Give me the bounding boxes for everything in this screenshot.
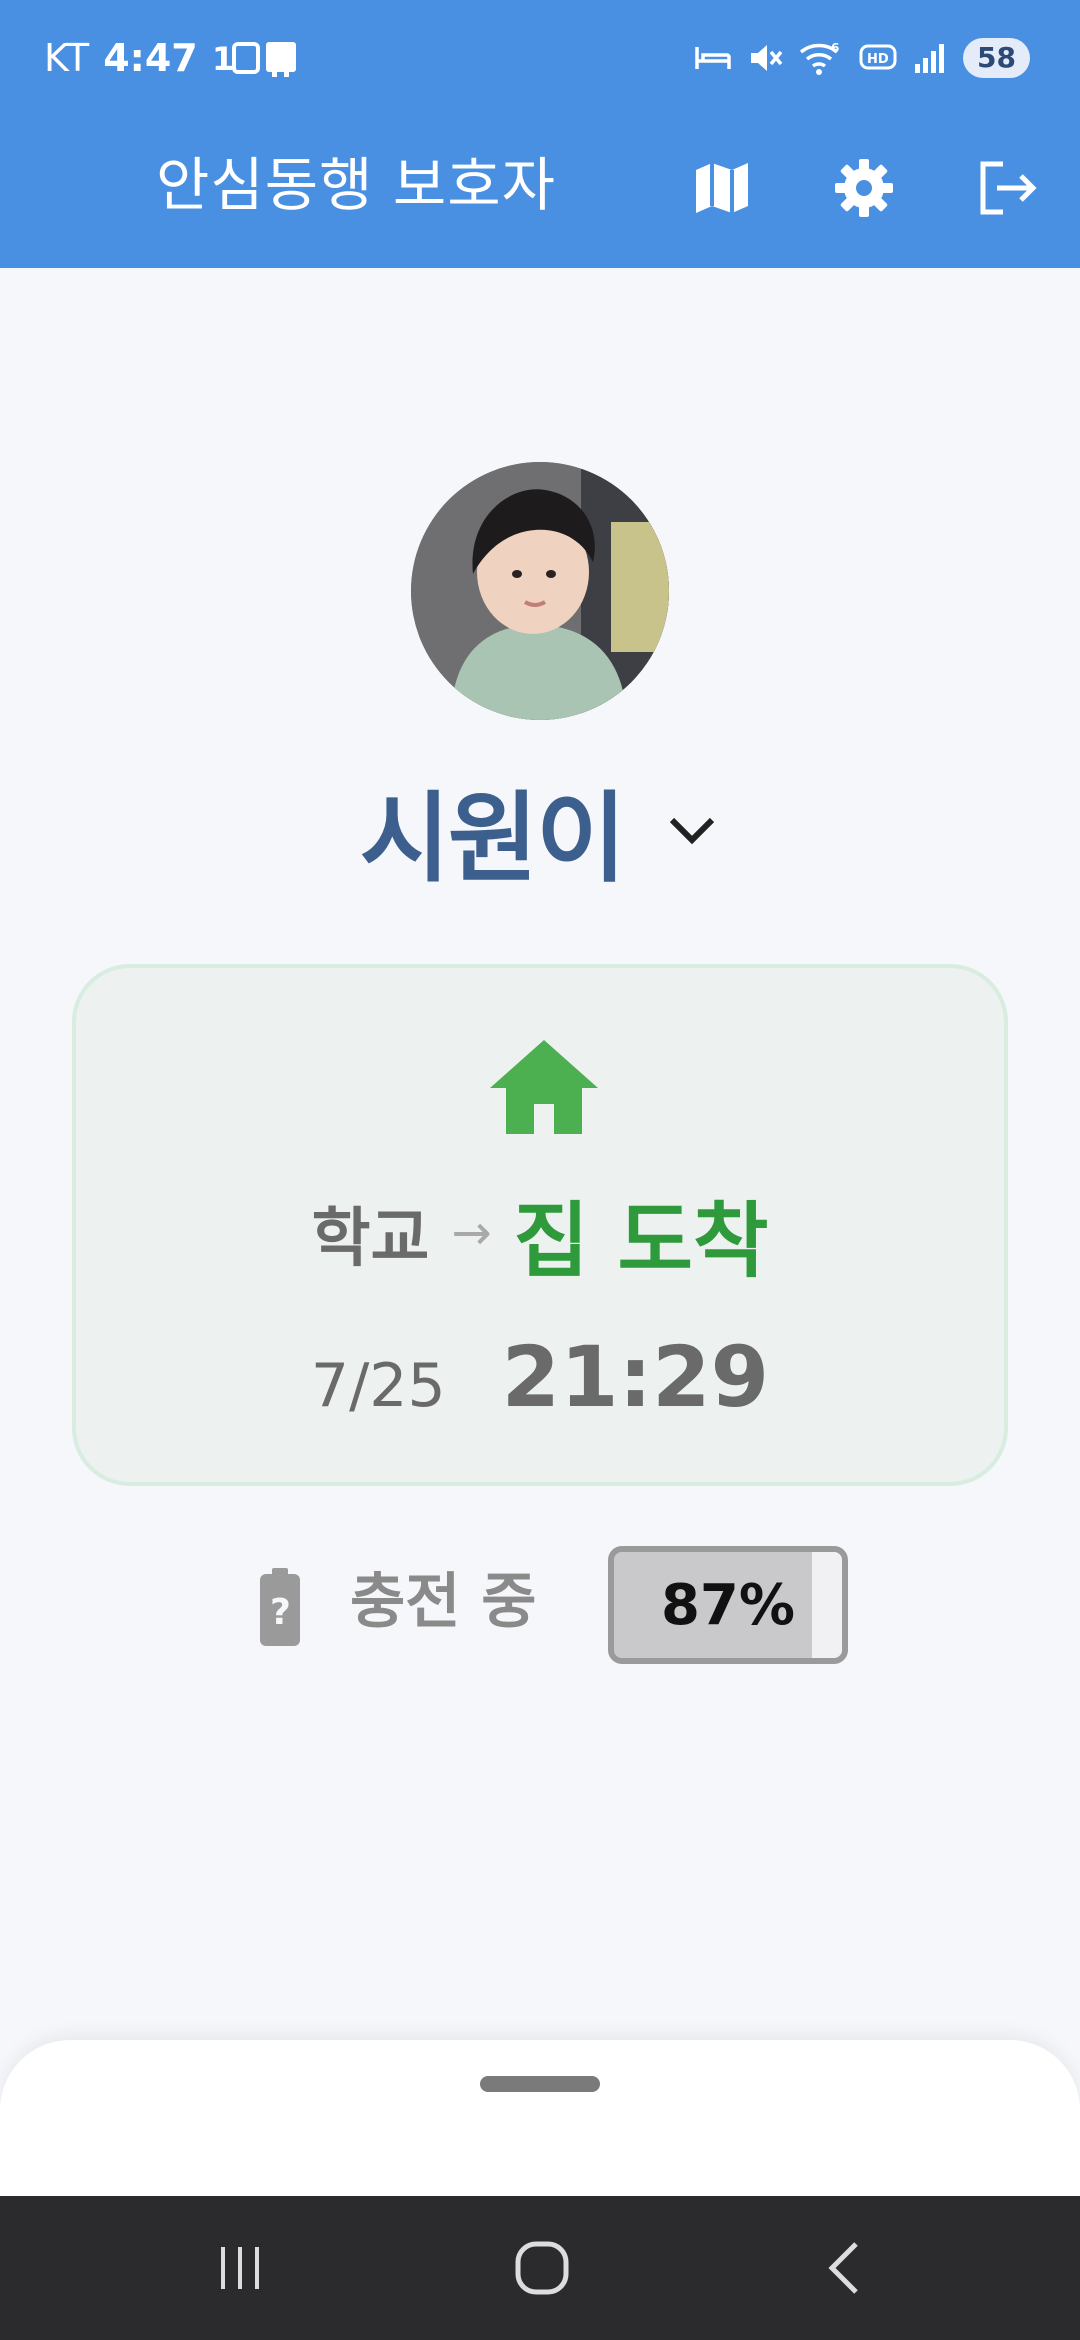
status-right: 6 HD 58 — [695, 32, 1030, 84]
drag-handle[interactable] — [480, 2076, 600, 2092]
signal-icon — [913, 36, 947, 80]
map-icon[interactable] — [680, 146, 764, 230]
status-bar: KT 4:47 1 6 HD 58 — [0, 0, 1080, 118]
settings-gear-icon[interactable] — [822, 146, 906, 230]
app-bar: 안심동행 보호자 — [0, 118, 1080, 268]
back-icon[interactable] — [794, 2218, 894, 2318]
child-name: 시원이 — [359, 782, 626, 896]
battery-level-badge: 58 — [963, 38, 1030, 78]
carrier-label: KT — [44, 36, 90, 80]
home-button-icon[interactable] — [492, 2218, 592, 2318]
system-nav-bar — [0, 2196, 1080, 2340]
route-to-status: 집 도착 — [513, 1193, 769, 1289]
hd-voice-icon: HD — [859, 36, 897, 80]
status-left: KT 4:47 1 — [44, 30, 302, 86]
home-icon — [486, 1036, 602, 1136]
mute-icon — [747, 36, 783, 80]
battery-level-indicator: 87% — [608, 1546, 848, 1664]
top-bar: KT 4:47 1 6 HD 58 안심동행 보호자 — [0, 0, 1080, 268]
route-from: 학교 — [311, 1202, 430, 1276]
app-screen: KT 4:47 1 6 HD 58 안심동행 보호자 시원이 학교 → 집 도착… — [0, 0, 1080, 2340]
route-info: 학교 → 집 도착 — [76, 1188, 1004, 1289]
chevron-down-icon[interactable] — [664, 802, 720, 858]
svg-text:HD: HD — [867, 52, 889, 67]
recent-apps-icon[interactable] — [190, 2218, 290, 2318]
no-sim-icon: 1 — [212, 36, 302, 80]
arrival-time: 7/25 21:29 — [76, 1328, 1004, 1428]
child-avatar[interactable] — [411, 462, 669, 720]
arrival-clock: 21:29 — [501, 1328, 770, 1426]
charging-status-label: 충전 중 — [350, 1567, 537, 1637]
route-arrow: → — [451, 1205, 492, 1261]
wifi-6-icon: 6 — [799, 36, 843, 80]
svg-text:1: 1 — [212, 40, 234, 78]
logout-icon[interactable] — [966, 146, 1050, 230]
app-title: 안심동행 보호자 — [156, 151, 556, 219]
arrival-status-card: 학교 → 집 도착 7/25 21:29 — [72, 964, 1008, 1486]
arrival-date: 7/25 — [310, 1351, 446, 1421]
battery-unknown-icon: ? — [258, 1568, 302, 1648]
sleep-mode-icon — [695, 36, 731, 80]
child-selector[interactable]: 시원이 — [0, 770, 1080, 896]
svg-text:6: 6 — [831, 41, 839, 55]
clock: 4:47 — [103, 36, 198, 80]
battery-percent: 87% — [660, 1572, 796, 1638]
svg-text:?: ? — [270, 1592, 291, 1633]
device-battery-row: ? 충전 중 87% — [0, 1546, 1080, 1666]
